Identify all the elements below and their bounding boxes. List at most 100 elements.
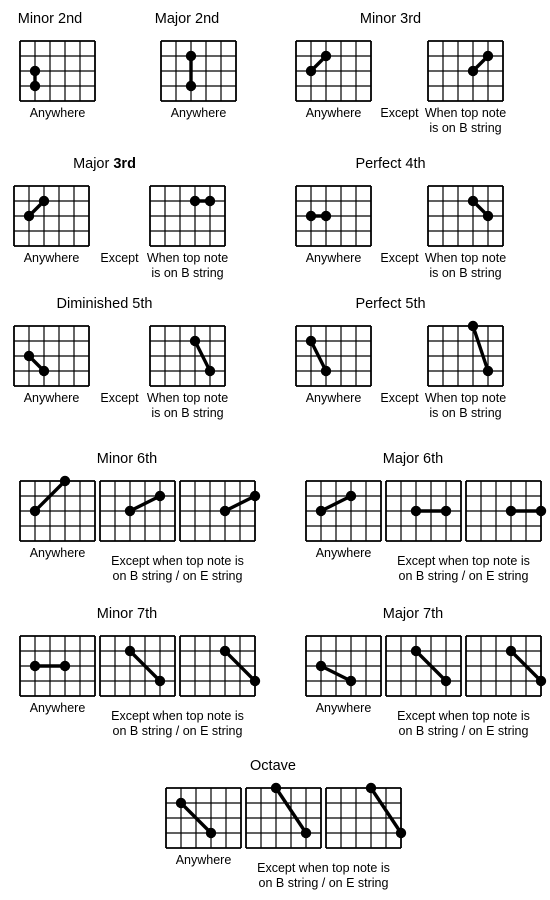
note-dot-interval (300, 827, 312, 839)
fretboard-grid (179, 635, 261, 697)
note-dot-root (219, 505, 231, 517)
note-dot-interval (204, 365, 216, 377)
fret-diagram (5, 177, 98, 255)
fret-diagram (11, 32, 104, 110)
note-dot-interval (440, 505, 452, 517)
caption-except-b-e: Except when top note is on B string / on… (257, 861, 390, 890)
note-dot-root (505, 505, 517, 517)
fretboard-grid (427, 185, 504, 247)
note-dot-root (467, 65, 479, 77)
caption-when-top-note-b: When top note is on B string (424, 251, 507, 280)
note-dot-interval (154, 490, 166, 502)
fretboard-grid (295, 40, 372, 102)
interval-title-accent: 3rd (113, 156, 136, 172)
caption-anywhere: Anywhere (305, 106, 362, 120)
interval-title: Diminished 5th (56, 296, 153, 312)
fret-diagram (317, 779, 410, 857)
note-dot-interval (154, 675, 166, 687)
note-dot-root (23, 210, 35, 222)
fret-diagram (141, 317, 234, 395)
fretboard-grid (295, 325, 372, 387)
interval-title: Minor 7th (96, 606, 158, 622)
caption-when-top-note-b: When top note is on B string (424, 391, 507, 420)
fretboard-grid (149, 185, 226, 247)
caption-except-b-e: Except when top note is on B string / on… (397, 554, 530, 583)
note-dot-interval (249, 490, 261, 502)
fretboard-grid (13, 185, 90, 247)
caption-anywhere: Anywhere (23, 251, 80, 265)
caption-except-b-e: Except when top note is on B string / on… (111, 554, 244, 583)
interval-chart-page: Minor 2nd Anywhere Major 2nd Anywhere Minor … (0, 0, 550, 900)
note-dot-interval (535, 675, 547, 687)
note-dot-root (124, 645, 136, 657)
interval-title: Major 2nd (154, 11, 220, 27)
fret-diagram (457, 627, 550, 705)
note-dot-interval (204, 195, 216, 207)
fret-diagram (419, 32, 512, 110)
note-dot-interval (320, 365, 332, 377)
note-dot-interval (38, 365, 50, 377)
note-dot-root (505, 645, 517, 657)
note-dot-interval (320, 50, 332, 62)
fret-diagram (141, 177, 234, 255)
note-dot-interval (395, 827, 407, 839)
note-dot-interval (29, 65, 41, 77)
note-dot-root (410, 645, 422, 657)
note-dot-root (23, 350, 35, 362)
note-dot-interval (205, 827, 217, 839)
fret-diagram (419, 317, 512, 395)
caption-when-top-note-b: When top note is on B string (146, 251, 229, 280)
note-dot-interval (185, 50, 197, 62)
interval-title: Minor 6th (96, 451, 158, 467)
note-dot-root (270, 782, 282, 794)
fret-diagram (457, 472, 550, 550)
note-dot-root (189, 335, 201, 347)
note-dot-interval (59, 660, 71, 672)
caption-anywhere: Anywhere (170, 106, 227, 120)
fretboard-grid (13, 325, 90, 387)
interval-title: Perfect 4th (355, 156, 426, 172)
interval-title: Minor 2nd (17, 11, 83, 27)
fret-diagram (287, 177, 380, 255)
caption-anywhere: Anywhere (23, 391, 80, 405)
note-dot-root (315, 505, 327, 517)
interval-title: Perfect 5th (355, 296, 426, 312)
interval-connector (471, 324, 490, 373)
fretboard-grid (179, 480, 261, 542)
note-dot-root (365, 782, 377, 794)
note-dot-interval (482, 50, 494, 62)
note-dot-interval (59, 475, 71, 487)
note-dot-root (315, 660, 327, 672)
note-dot-root (410, 505, 422, 517)
fretboard-grid (295, 185, 372, 247)
caption-anywhere: Anywhere (29, 106, 86, 120)
fretboard-grid (160, 40, 237, 102)
note-dot-root (29, 505, 41, 517)
note-dot-root (189, 195, 201, 207)
caption-anywhere: Anywhere (305, 391, 362, 405)
note-dot-root (467, 320, 479, 332)
caption-except-b-e: Except when top note is on B string / on… (397, 709, 530, 738)
note-dot-root (305, 335, 317, 347)
fret-diagram (419, 177, 512, 255)
note-dot-interval (345, 490, 357, 502)
note-dot-root (175, 797, 187, 809)
caption-when-top-note-b: When top note is on B string (146, 391, 229, 420)
fretboard-grid (465, 635, 547, 697)
fret-diagram (287, 317, 380, 395)
note-dot-interval (345, 675, 357, 687)
note-dot-root (124, 505, 136, 517)
caption-except-b-e: Except when top note is on B string / on… (111, 709, 244, 738)
interval-title: Major 6th (382, 451, 444, 467)
note-dot-interval (249, 675, 261, 687)
note-dot-interval (482, 210, 494, 222)
caption-anywhere: Anywhere (305, 251, 362, 265)
fret-diagram (171, 472, 264, 550)
fretboard-grid (427, 320, 504, 387)
note-dot-root (305, 65, 317, 77)
interval-title: Octave (250, 758, 296, 774)
note-dot-interval (482, 365, 494, 377)
fret-diagram (5, 317, 98, 395)
fretboard-grid (19, 40, 96, 102)
note-dot-root (29, 80, 41, 92)
